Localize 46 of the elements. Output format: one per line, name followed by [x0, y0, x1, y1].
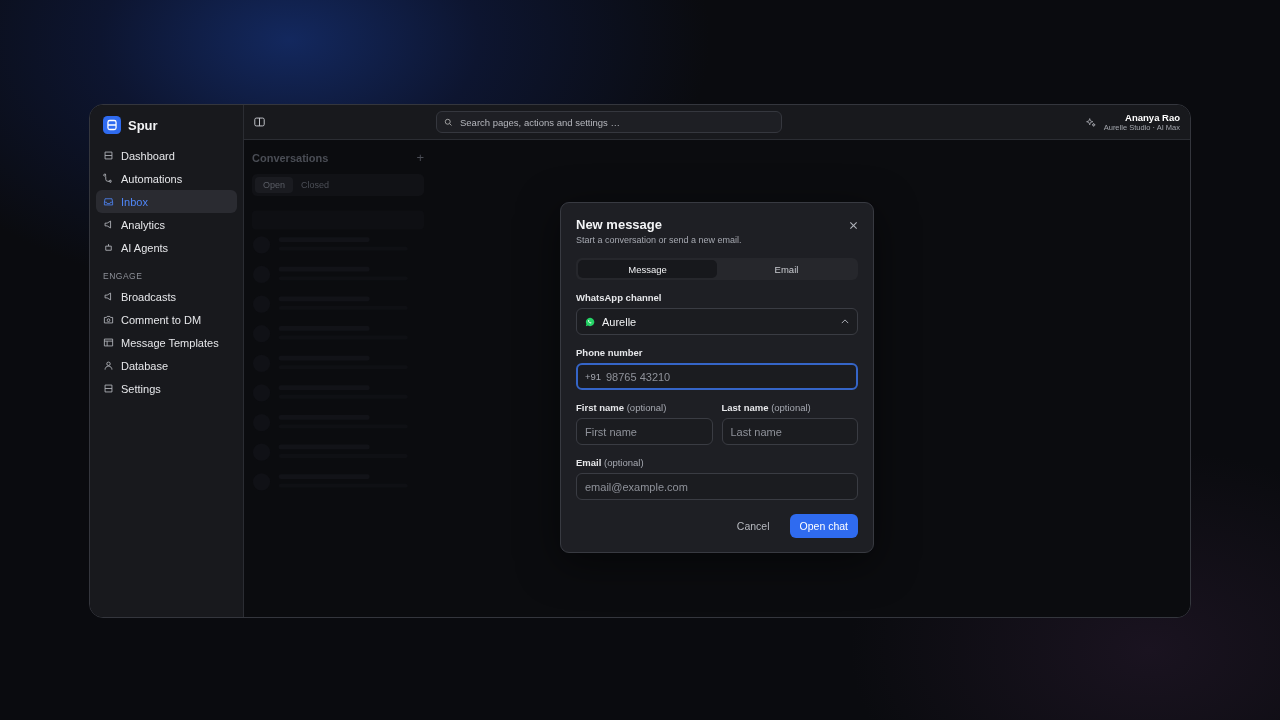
- field-label: Email (optional): [576, 457, 645, 468]
- sidebar-toggle-icon[interactable]: [254, 117, 265, 127]
- tab[interactable]: Message: [578, 260, 717, 278]
- brand-name: Spur: [128, 117, 158, 133]
- sparkle-icon[interactable]: [1084, 116, 1096, 128]
- cancel-button[interactable]: Cancel: [728, 514, 778, 538]
- dialog-subtitle: Start a conversation or send a new email.: [576, 235, 742, 245]
- template-icon: [103, 337, 114, 348]
- inbox-icon: [103, 196, 114, 207]
- panel-title: Conversations: [252, 151, 329, 164]
- country-code: +91: [585, 371, 602, 382]
- close-icon[interactable]: [849, 221, 858, 230]
- logo-icon: [103, 116, 121, 134]
- dashboard-icon: [103, 150, 114, 161]
- sidebar-item[interactable]: Database: [96, 354, 237, 377]
- tab[interactable]: Email: [717, 260, 856, 278]
- sidebar-item[interactable]: Message Templates: [96, 331, 237, 354]
- sidebar-item[interactable]: Comment to DM: [96, 308, 237, 331]
- sidebar-item[interactable]: Dashboard: [96, 144, 237, 167]
- user-name: Ananya Rao: [1125, 112, 1180, 123]
- search-field[interactable]: Search pages, actions and settings …: [436, 111, 782, 133]
- whatsapp-icon: [585, 316, 595, 327]
- field-label: Last name (optional): [721, 402, 812, 413]
- channel-select[interactable]: Aurelle: [576, 308, 858, 335]
- camera-icon: [103, 314, 114, 325]
- dialog-title: New message: [576, 217, 663, 232]
- field-label: WhatsApp channel: [576, 292, 663, 303]
- sidebar-item[interactable]: Inbox: [96, 190, 237, 213]
- robot-icon: [103, 242, 114, 253]
- section-heading: ENGAGE: [102, 270, 144, 283]
- last-name-field[interactable]: Last name: [721, 418, 858, 445]
- sidebar-item[interactable]: Broadcasts: [96, 285, 237, 308]
- email-field[interactable]: email@example.com: [576, 473, 858, 500]
- field-label: First name (optional): [576, 402, 668, 413]
- first-name-field[interactable]: First name: [576, 418, 713, 445]
- field-label: Phone number: [576, 347, 644, 358]
- search-icon: [444, 117, 453, 127]
- sidebar-item[interactable]: Settings: [96, 377, 237, 400]
- route-icon: [103, 173, 114, 184]
- person-icon: [103, 360, 114, 371]
- open-chat-button[interactable]: Open chat: [789, 514, 858, 538]
- sidebar-item[interactable]: Analytics: [96, 213, 237, 236]
- sidebar-item[interactable]: Automations: [96, 167, 237, 190]
- sidebar-item[interactable]: AI Agents: [96, 236, 237, 259]
- megaphone-icon: [103, 219, 114, 230]
- megaphone-icon: [103, 291, 114, 302]
